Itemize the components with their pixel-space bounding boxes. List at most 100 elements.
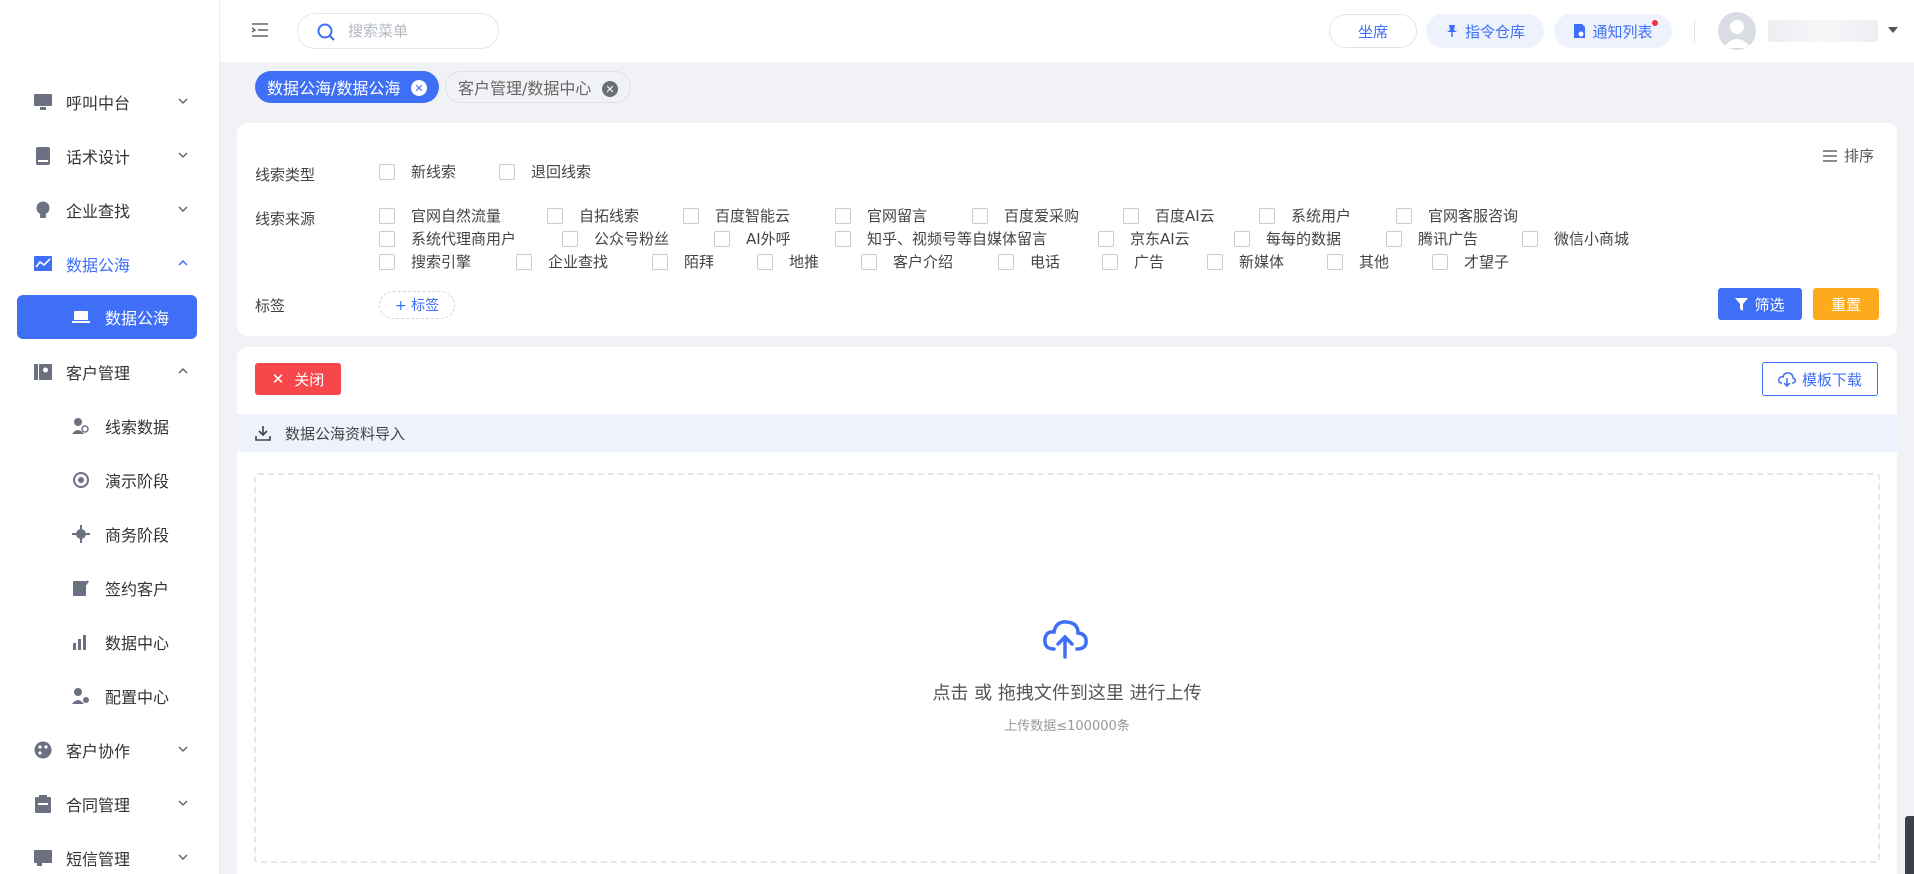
cloud-download-icon [1778, 372, 1796, 387]
menu-collapse-icon[interactable] [250, 20, 270, 40]
sidebar: 呼叫中台 话术设计 企业查找 数据公海 数据公海 客户管理 线索数据 演示阶段 … [0, 0, 220, 874]
username-redacted[interactable] [1768, 20, 1878, 42]
checkbox-lead-source[interactable]: 百度爱采购 [972, 205, 1079, 226]
checkbox-lead-source[interactable]: 公众号粉丝 [562, 228, 669, 249]
sidebar-item-label: 演示阶段 [105, 472, 170, 491]
sidebar-item-label: 数据公海 [105, 309, 170, 328]
tab-label: 数据公海/数据公海 [267, 79, 401, 98]
sidebar-subitem-data-pool[interactable]: 数据公海 [17, 295, 197, 339]
close-icon[interactable]: ✕ [602, 81, 618, 97]
sidebar-item-call-center[interactable]: 呼叫中台 [0, 80, 220, 124]
checkbox-lead-source[interactable]: 客户介绍 [861, 251, 953, 272]
chevron-up-icon [178, 367, 188, 374]
sidebar-item-label: 签约客户 [105, 580, 170, 599]
sidebar-item-customer-management[interactable]: 客户管理 [0, 350, 220, 394]
command-repo-button[interactable]: 指令仓库 [1426, 14, 1544, 48]
chart-icon [34, 256, 52, 271]
sort-button[interactable]: 排序 [1822, 145, 1874, 166]
sidebar-subitem-demo-stage[interactable]: 演示阶段 [0, 458, 220, 502]
sidebar-subitem-data-center[interactable]: 数据中心 [0, 620, 220, 664]
search-input[interactable] [348, 21, 488, 41]
template-download-button[interactable]: 模板下载 [1762, 362, 1878, 396]
upload-dropzone[interactable]: 点击 或 拖拽文件到这里 进行上传 上传数据≤100000条 [254, 473, 1880, 863]
checkbox-lead-source[interactable]: AI外呼 [714, 228, 791, 249]
sidebar-subitem-signed-customers[interactable]: 签约客户 [0, 566, 220, 610]
avatar[interactable] [1718, 12, 1756, 50]
checkbox-lead-source[interactable]: 官网客服咨询 [1396, 205, 1518, 226]
checkbox-lead-source[interactable]: 百度AI云 [1123, 205, 1215, 226]
menu-search[interactable] [297, 13, 499, 49]
checkbox-lead-type[interactable]: 新线索 [379, 161, 456, 182]
sidebar-item-data-pool[interactable]: 数据公海 [0, 242, 220, 286]
lightbulb-icon [36, 201, 50, 218]
checkbox-lead-source[interactable]: 知乎、视频号等自媒体留言 [835, 228, 1047, 249]
tabs-bar: 数据公海/数据公海 ✕ 客户管理/数据中心 ✕ [220, 62, 1914, 112]
checkbox-lead-source[interactable]: 搜索引擎 [379, 251, 471, 272]
sidebar-item-contract-management[interactable]: 合同管理 [0, 782, 220, 826]
search-icon [317, 23, 335, 41]
tab-data-center[interactable]: 客户管理/数据中心 ✕ [445, 71, 631, 103]
sidebar-item-label: 配置中心 [105, 688, 170, 707]
checkbox-lead-source[interactable]: 陌拜 [652, 251, 714, 272]
tab-data-pool[interactable]: 数据公海/数据公海 ✕ [255, 71, 439, 103]
checkbox-lead-source[interactable]: 百度智能云 [683, 205, 790, 226]
sidebar-item-label: 合同管理 [66, 796, 131, 815]
checkbox-lead-source[interactable]: 企业查找 [516, 251, 608, 272]
checkbox-lead-source[interactable]: 系统代理商用户 [379, 228, 516, 249]
sidebar-subitem-business-stage[interactable]: 商务阶段 [0, 512, 220, 556]
sidebar-item-company-search[interactable]: 企业查找 [0, 188, 220, 232]
document-icon [1574, 24, 1586, 38]
sidebar-item-sms-management[interactable]: 短信管理 [0, 836, 220, 874]
sidebar-item-label: 数据公海 [66, 256, 131, 275]
checkbox-lead-source[interactable]: 广告 [1102, 251, 1164, 272]
close-icon[interactable]: ✕ [411, 80, 427, 96]
pin-icon [1446, 25, 1457, 37]
close-label: 关闭 [294, 370, 325, 389]
checkbox-lead-type[interactable]: 退回线索 [499, 161, 591, 182]
funnel-icon [1735, 297, 1749, 311]
caret-down-icon[interactable] [1888, 27, 1898, 33]
checkbox-lead-source[interactable]: 新媒体 [1207, 251, 1284, 272]
checkbox-lead-source[interactable]: 才望子 [1432, 251, 1509, 272]
chevron-down-icon [178, 98, 188, 105]
sidebar-item-label: 企业查找 [66, 202, 131, 221]
checkbox-lead-source[interactable]: 官网留言 [835, 205, 927, 226]
target-icon [73, 472, 89, 488]
seat-button[interactable]: 坐席 [1329, 14, 1417, 48]
sidebar-item-label: 商务阶段 [105, 526, 170, 545]
sidebar-item-customer-collab[interactable]: 客户协作 [0, 728, 220, 772]
sort-icon [1823, 149, 1837, 162]
chevron-down-icon [178, 152, 188, 159]
reset-button[interactable]: 重置 [1813, 288, 1879, 320]
notice-list-button[interactable]: 通知列表 [1554, 14, 1672, 48]
checkbox-lead-source[interactable]: 电话 [998, 251, 1060, 272]
sidebar-subitem-leads[interactable]: 线索数据 [0, 404, 220, 448]
filter-label: 筛选 [1754, 295, 1785, 314]
sidebar-subitem-config-center[interactable]: 配置中心 [0, 674, 220, 718]
checkbox-lead-source[interactable]: 京东AI云 [1098, 228, 1190, 249]
filter-button[interactable]: 筛选 [1718, 288, 1802, 320]
sidebar-item-script-design[interactable]: 话术设计 [0, 134, 220, 178]
bar-chart-icon [73, 635, 86, 650]
cloud-upload-icon [1043, 620, 1088, 659]
checkbox-lead-source[interactable]: 地推 [757, 251, 819, 272]
checkbox-lead-source[interactable]: 腾讯广告 [1386, 228, 1478, 249]
monitor-icon [34, 94, 52, 110]
chevron-up-icon [178, 259, 188, 266]
upload-limit: 上传数据≤100000条 [1004, 719, 1130, 734]
user-search-icon [72, 418, 89, 434]
edge-widget [1905, 816, 1914, 874]
template-download-label: 模板下载 [1801, 370, 1862, 389]
checkbox-lead-source[interactable]: 每每的数据 [1234, 228, 1341, 249]
checkbox-lead-source[interactable]: 自拓线索 [547, 205, 639, 226]
header-divider [1694, 20, 1695, 42]
book-icon [36, 147, 50, 165]
checkbox-lead-source[interactable]: 官网自然流量 [379, 205, 501, 226]
seat-label: 坐席 [1357, 22, 1388, 41]
checkbox-lead-source[interactable]: 其他 [1327, 251, 1389, 272]
checkbox-lead-source[interactable]: 系统用户 [1259, 205, 1351, 226]
clipboard-icon [35, 795, 51, 813]
close-button[interactable]: ✕ 关闭 [255, 363, 341, 395]
checkbox-lead-source[interactable]: 微信小商城 [1522, 228, 1629, 249]
add-tag-button[interactable]: + 标签 [379, 291, 455, 319]
